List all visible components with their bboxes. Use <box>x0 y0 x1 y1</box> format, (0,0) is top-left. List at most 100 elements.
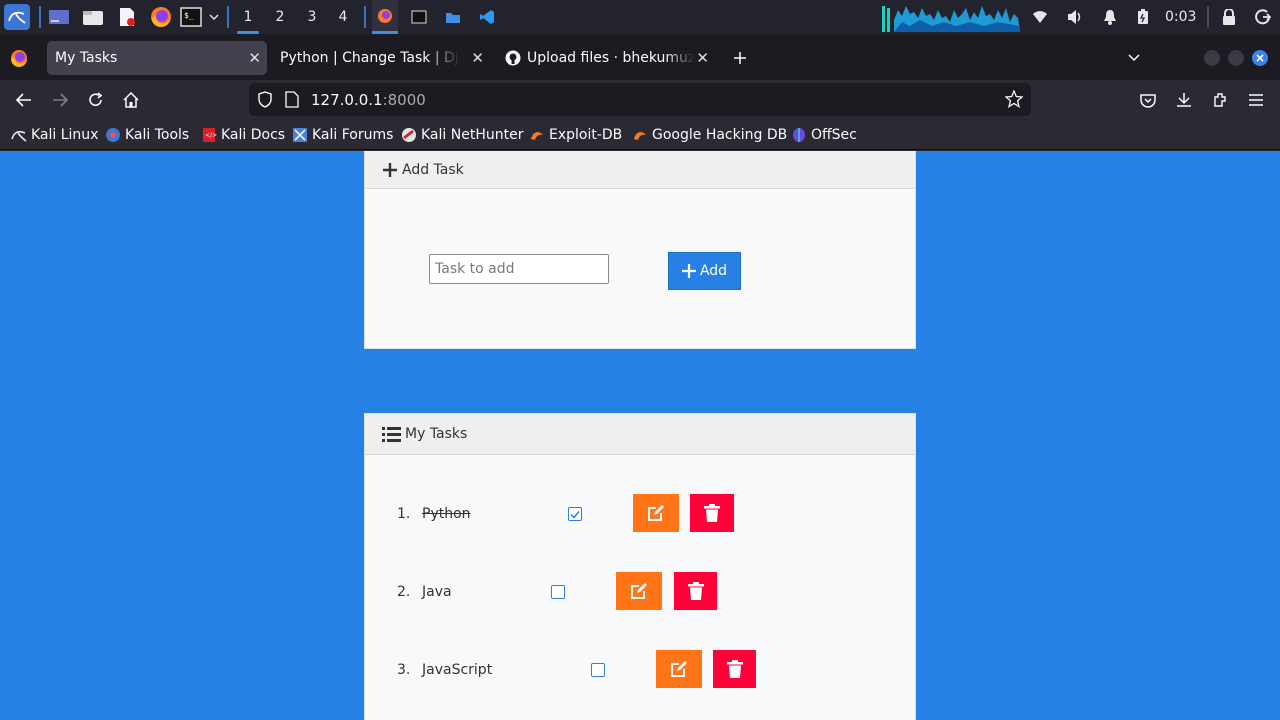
bookmark-kali-docs[interactable]: </> Kali Docs <box>201 120 285 150</box>
maximize-window-button[interactable] <box>1228 50 1244 66</box>
panel-separator <box>39 6 41 28</box>
close-tab-icon[interactable]: ✕ <box>696 41 709 75</box>
plus-icon <box>681 264 696 278</box>
edit-task-button[interactable] <box>656 650 702 688</box>
bookmark-google-hacking-db[interactable]: Google Hacking DB <box>632 120 787 150</box>
task-complete-checkbox[interactable] <box>591 663 605 677</box>
url-text[interactable]: 127.0.0.1:8000 <box>311 83 426 116</box>
edit-task-button[interactable] <box>616 572 662 610</box>
bookmark-star-icon[interactable] <box>1004 89 1024 112</box>
edit-task-button[interactable] <box>633 494 679 532</box>
bookmark-label: Kali Forums <box>312 127 394 143</box>
delete-task-button[interactable] <box>674 572 717 610</box>
workspace-1[interactable]: 1 <box>233 0 263 34</box>
wifi-icon[interactable] <box>1030 0 1050 34</box>
close-window-button[interactable] <box>1252 50 1268 66</box>
delete-task-button[interactable] <box>713 650 756 688</box>
bookmark-kali-linux[interactable]: Kali Linux <box>11 120 98 150</box>
tab-my-tasks[interactable]: My Tasks ✕ <box>47 41 267 75</box>
panel-separator <box>1207 6 1209 28</box>
task-input[interactable] <box>429 254 609 284</box>
close-icon <box>1256 54 1264 62</box>
firefox-view-icon[interactable] <box>10 46 30 70</box>
shield-icon[interactable] <box>257 91 273 112</box>
navigation-bar: 127.0.0.1:8000 <box>0 80 1280 120</box>
checkmark-icon <box>570 510 580 519</box>
page-info-icon[interactable] <box>285 91 299 112</box>
notification-bell-icon[interactable] <box>1100 0 1120 34</box>
firefox-icon[interactable] <box>149 0 173 34</box>
bookmark-kali-forums[interactable]: Kali Forums <box>292 120 393 150</box>
add-task-card-header: Add Task <box>365 151 915 189</box>
bookmark-exploit-db[interactable]: Exploit-DB <box>529 120 622 150</box>
add-task-card: Add Task Add <box>364 151 916 349</box>
hamburger-menu-icon[interactable] <box>1240 80 1272 120</box>
reload-icon[interactable] <box>80 80 112 120</box>
nethunter-icon <box>402 128 416 142</box>
workspace-label: 3 <box>307 9 317 25</box>
url-bar[interactable]: 127.0.0.1:8000 <box>249 83 1031 116</box>
svg-text:</>: </> <box>205 132 217 139</box>
kali-dragon-icon <box>11 130 27 142</box>
clock[interactable]: 0:03 <box>1165 0 1196 34</box>
taskbar-files[interactable] <box>440 0 466 34</box>
tab-title: Python | Change Task | Django <box>280 50 460 66</box>
taskbar-terminal[interactable] <box>406 0 432 34</box>
kali-docs-icon: </> <box>203 128 217 142</box>
close-tab-icon[interactable]: ✕ <box>471 41 484 75</box>
volume-icon[interactable] <box>1064 0 1086 34</box>
kali-menu-icon <box>4 4 30 30</box>
task-complete-checkbox[interactable] <box>568 507 582 521</box>
url-host: 127.0.0.1 <box>311 90 383 109</box>
downloads-icon[interactable] <box>1168 80 1200 120</box>
bookmark-kali-nethunter[interactable]: Kali NetHunter <box>401 120 523 150</box>
extensions-icon[interactable] <box>1204 80 1236 120</box>
terminal-icon[interactable]: $_ <box>179 0 203 34</box>
terminal-icon <box>411 10 427 24</box>
new-tab-plus-icon[interactable] <box>728 41 752 75</box>
kali-menu-button[interactable] <box>3 0 31 34</box>
delete-task-button[interactable] <box>690 494 734 532</box>
tab-upload-files[interactable]: Upload files · bhekumuzitl ✕ <box>497 41 715 75</box>
tab-change-task[interactable]: Python | Change Task | Django ✕ <box>272 41 490 75</box>
close-tab-icon[interactable]: ✕ <box>248 41 261 75</box>
workspace-4[interactable]: 4 <box>328 0 358 34</box>
chevron-down-icon[interactable] <box>206 0 222 34</box>
my-tasks-card: My Tasks 1. Python 2. Java 3. JavaScript <box>364 413 916 720</box>
github-icon <box>505 50 521 66</box>
firefox-icon <box>378 8 392 23</box>
file-manager-icon[interactable] <box>81 0 105 34</box>
taskbar-firefox[interactable] <box>372 0 398 34</box>
bookmark-offsec[interactable]: OffSec <box>791 120 857 150</box>
taskbar-vscode[interactable] <box>474 0 500 34</box>
list-icon <box>382 426 401 442</box>
list-all-tabs-chevron-icon[interactable] <box>1128 41 1148 75</box>
battery-icon[interactable] <box>1134 0 1152 34</box>
tab-title: My Tasks <box>55 50 118 66</box>
back-arrow-icon[interactable] <box>8 80 40 120</box>
tab-title: Upload files · bhekumuzitl <box>527 50 695 66</box>
home-icon[interactable] <box>115 80 147 120</box>
logout-icon[interactable] <box>1253 0 1273 34</box>
tab-bar: My Tasks ✕ Python | Change Task | Django… <box>0 34 1280 80</box>
bookmark-label: Kali Linux <box>31 127 99 143</box>
minimize-window-button[interactable] <box>1204 50 1220 66</box>
offsec-icon <box>793 128 805 142</box>
workspace-3[interactable]: 3 <box>297 0 327 34</box>
url-port: :8000 <box>382 90 426 109</box>
task-complete-checkbox[interactable] <box>551 585 565 599</box>
workspace-2[interactable]: 2 <box>265 0 295 34</box>
task-row: 1. Python <box>365 494 915 534</box>
task-row: 3. JavaScript <box>365 650 915 690</box>
text-editor-icon[interactable] <box>115 0 139 34</box>
bookmark-kali-tools[interactable]: Kali Tools <box>105 120 189 150</box>
pocket-icon[interactable] <box>1132 80 1164 120</box>
bookmark-label: Google Hacking DB <box>652 127 788 143</box>
kali-forums-icon <box>293 128 307 142</box>
add-task-button[interactable]: Add <box>668 252 741 290</box>
plus-icon <box>383 162 397 177</box>
desktop-icon[interactable] <box>47 0 71 34</box>
folder-icon <box>446 13 460 23</box>
forward-arrow-icon[interactable] <box>44 80 76 120</box>
lock-icon[interactable] <box>1219 0 1239 34</box>
